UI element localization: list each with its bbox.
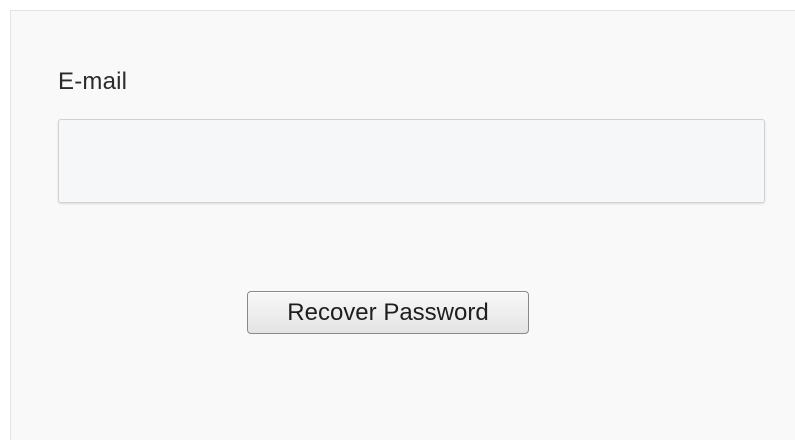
recover-password-panel: E-mail Recover Password	[10, 10, 795, 440]
email-label: E-mail	[58, 68, 128, 95]
recover-password-button[interactable]: Recover Password	[247, 291, 529, 334]
email-field[interactable]	[58, 119, 765, 203]
